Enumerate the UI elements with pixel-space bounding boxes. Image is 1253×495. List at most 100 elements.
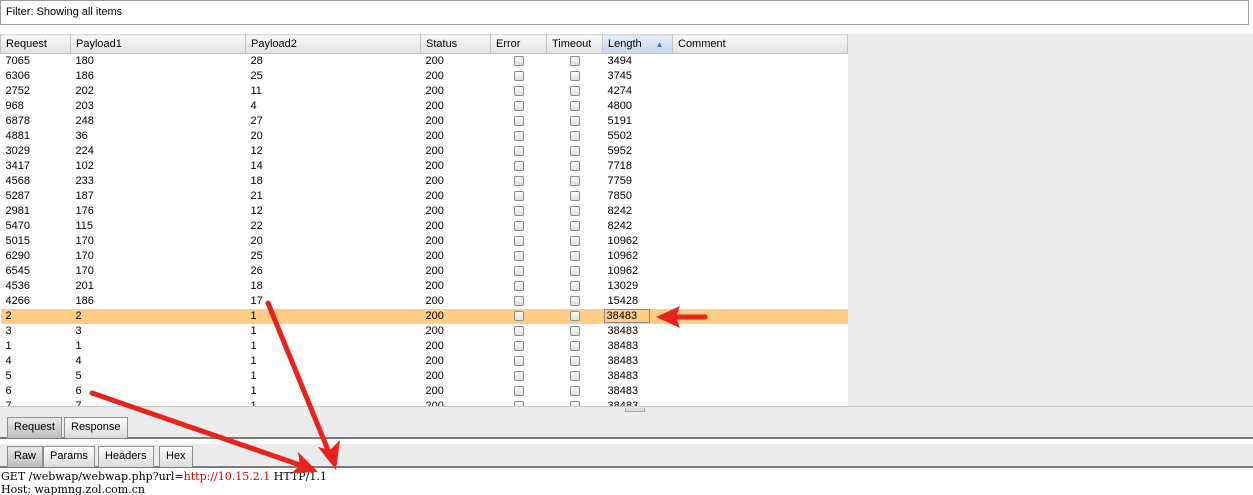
timeout-checkbox[interactable] bbox=[569, 70, 580, 81]
cell-payload2: 17 bbox=[250, 295, 263, 307]
timeout-checkbox[interactable] bbox=[569, 280, 580, 291]
error-checkbox[interactable] bbox=[513, 205, 524, 216]
error-checkbox[interactable] bbox=[513, 310, 524, 321]
error-checkbox[interactable] bbox=[513, 160, 524, 171]
timeout-checkbox[interactable] bbox=[569, 370, 580, 381]
intruder-results-window: Filter: Showing all items Request Payloa… bbox=[0, 0, 1253, 495]
table-row[interactable]: 5015 170 20 200 10962 bbox=[1, 234, 848, 249]
column-header-length[interactable]: Length ▲ bbox=[602, 34, 673, 54]
timeout-checkbox[interactable] bbox=[569, 145, 580, 156]
timeout-checkbox[interactable] bbox=[569, 265, 580, 276]
error-checkbox[interactable] bbox=[513, 175, 524, 186]
cell-payload2: 12 bbox=[250, 205, 263, 217]
length-value: 3494 bbox=[607, 55, 632, 67]
column-header-timeout[interactable]: Timeout bbox=[546, 34, 603, 54]
timeout-checkbox[interactable] bbox=[569, 55, 580, 66]
timeout-checkbox[interactable] bbox=[569, 295, 580, 306]
tab-request[interactable]: Request bbox=[7, 417, 62, 438]
error-checkbox[interactable] bbox=[513, 340, 524, 351]
table-row[interactable]: 6878 248 27 200 5191 bbox=[1, 114, 848, 129]
error-checkbox[interactable] bbox=[513, 295, 524, 306]
error-checkbox[interactable] bbox=[513, 190, 524, 201]
error-checkbox[interactable] bbox=[513, 220, 524, 231]
table-row[interactable]: 6290 170 25 200 10962 bbox=[1, 249, 848, 264]
tab-response[interactable]: Response bbox=[64, 417, 128, 438]
table-row[interactable]: 4 4 1 200 38483 bbox=[1, 354, 848, 369]
error-checkbox[interactable] bbox=[513, 145, 524, 156]
raw-request-editor[interactable]: GET /webwap/webwap.php?url=http://10.15.… bbox=[0, 470, 1253, 495]
table-row[interactable]: 6306 186 25 200 3745 bbox=[1, 69, 848, 84]
error-checkbox[interactable] bbox=[513, 115, 524, 126]
timeout-checkbox[interactable] bbox=[569, 355, 580, 366]
column-header-payload2[interactable]: Payload2 bbox=[245, 34, 421, 54]
error-checkbox[interactable] bbox=[513, 325, 524, 336]
table-row[interactable]: 2752 202 11 200 4274 bbox=[1, 84, 848, 99]
cell-comment bbox=[673, 159, 848, 174]
timeout-checkbox[interactable] bbox=[569, 85, 580, 96]
timeout-checkbox[interactable] bbox=[569, 190, 580, 201]
table-row[interactable]: 5 5 1 200 38483 bbox=[1, 369, 848, 384]
error-checkbox[interactable] bbox=[513, 235, 524, 246]
timeout-checkbox[interactable] bbox=[569, 205, 580, 216]
table-row[interactable]: 2981 176 12 200 8242 bbox=[1, 204, 848, 219]
table-row[interactable]: 7065 180 28 200 3494 bbox=[1, 54, 848, 70]
timeout-checkbox[interactable] bbox=[569, 160, 580, 171]
filter-bar[interactable]: Filter: Showing all items bbox=[0, 0, 1249, 25]
error-checkbox[interactable] bbox=[513, 265, 524, 276]
error-checkbox[interactable] bbox=[513, 130, 524, 141]
timeout-checkbox[interactable] bbox=[569, 130, 580, 141]
table-row[interactable]: 4266 186 17 200 15428 bbox=[1, 294, 848, 309]
column-header-request[interactable]: Request bbox=[0, 34, 71, 54]
error-checkbox[interactable] bbox=[513, 100, 524, 111]
error-checkbox[interactable] bbox=[513, 280, 524, 291]
column-header-comment[interactable]: Comment bbox=[672, 34, 848, 54]
timeout-checkbox[interactable] bbox=[569, 250, 580, 261]
length-value: 7759 bbox=[607, 175, 632, 187]
error-checkbox[interactable] bbox=[513, 55, 524, 66]
splitter-grip-icon[interactable] bbox=[625, 408, 645, 412]
cell-payload2: 1 bbox=[250, 370, 257, 382]
table-row[interactable]: 6545 170 26 200 10962 bbox=[1, 264, 848, 279]
error-checkbox[interactable] bbox=[513, 85, 524, 96]
cell-status: 200 bbox=[425, 100, 444, 112]
column-header-payload1[interactable]: Payload1 bbox=[70, 34, 246, 54]
timeout-checkbox[interactable] bbox=[569, 175, 580, 186]
error-checkbox[interactable] bbox=[513, 70, 524, 81]
timeout-checkbox[interactable] bbox=[569, 115, 580, 126]
table-row[interactable]: 5287 187 21 200 7850 bbox=[1, 189, 848, 204]
error-checkbox[interactable] bbox=[513, 385, 524, 396]
table-row-selected[interactable]: 2 2 1 200 38483 bbox=[0, 309, 848, 324]
error-checkbox[interactable] bbox=[513, 370, 524, 381]
error-checkbox[interactable] bbox=[513, 355, 524, 366]
timeout-checkbox[interactable] bbox=[569, 310, 580, 321]
column-header-error[interactable]: Error bbox=[490, 34, 547, 54]
tab-params[interactable]: Params bbox=[43, 446, 95, 467]
cell-error bbox=[491, 114, 547, 129]
table-row[interactable]: 3 3 1 200 38483 bbox=[1, 324, 848, 339]
timeout-checkbox[interactable] bbox=[569, 340, 580, 351]
table-row[interactable]: 6 6 1 200 38483 bbox=[1, 384, 848, 399]
tab-raw[interactable]: Raw bbox=[7, 446, 44, 467]
tab-hex[interactable]: Hex bbox=[159, 446, 193, 467]
table-row[interactable]: 7 7 1 200 38483 bbox=[1, 399, 848, 406]
pane-splitter[interactable] bbox=[0, 406, 1253, 415]
cell-comment bbox=[673, 84, 848, 99]
table-row[interactable]: 968 203 4 200 4800 bbox=[1, 99, 848, 114]
tab-headers[interactable]: Headers bbox=[98, 446, 154, 467]
timeout-checkbox[interactable] bbox=[569, 235, 580, 246]
table-row[interactable]: 3029 224 12 200 5952 bbox=[1, 144, 848, 159]
timeout-checkbox[interactable] bbox=[569, 220, 580, 231]
column-header-status[interactable]: Status bbox=[420, 34, 491, 54]
table-row[interactable]: 5470 115 22 200 8242 bbox=[1, 219, 848, 234]
table-row[interactable]: 4568 233 18 200 7759 bbox=[1, 174, 848, 189]
timeout-checkbox[interactable] bbox=[569, 100, 580, 111]
message-tab-bar: Request Response bbox=[0, 415, 1253, 439]
table-row[interactable]: 1 1 1 200 38483 bbox=[1, 339, 848, 354]
cell-payload1: 36 bbox=[75, 130, 88, 142]
timeout-checkbox[interactable] bbox=[569, 325, 580, 336]
table-row[interactable]: 4536 201 18 200 13029 bbox=[1, 279, 848, 294]
error-checkbox[interactable] bbox=[513, 250, 524, 261]
timeout-checkbox[interactable] bbox=[569, 385, 580, 396]
table-row[interactable]: 3417 102 14 200 7718 bbox=[1, 159, 848, 174]
table-row[interactable]: 4881 36 20 200 5502 bbox=[1, 129, 848, 144]
